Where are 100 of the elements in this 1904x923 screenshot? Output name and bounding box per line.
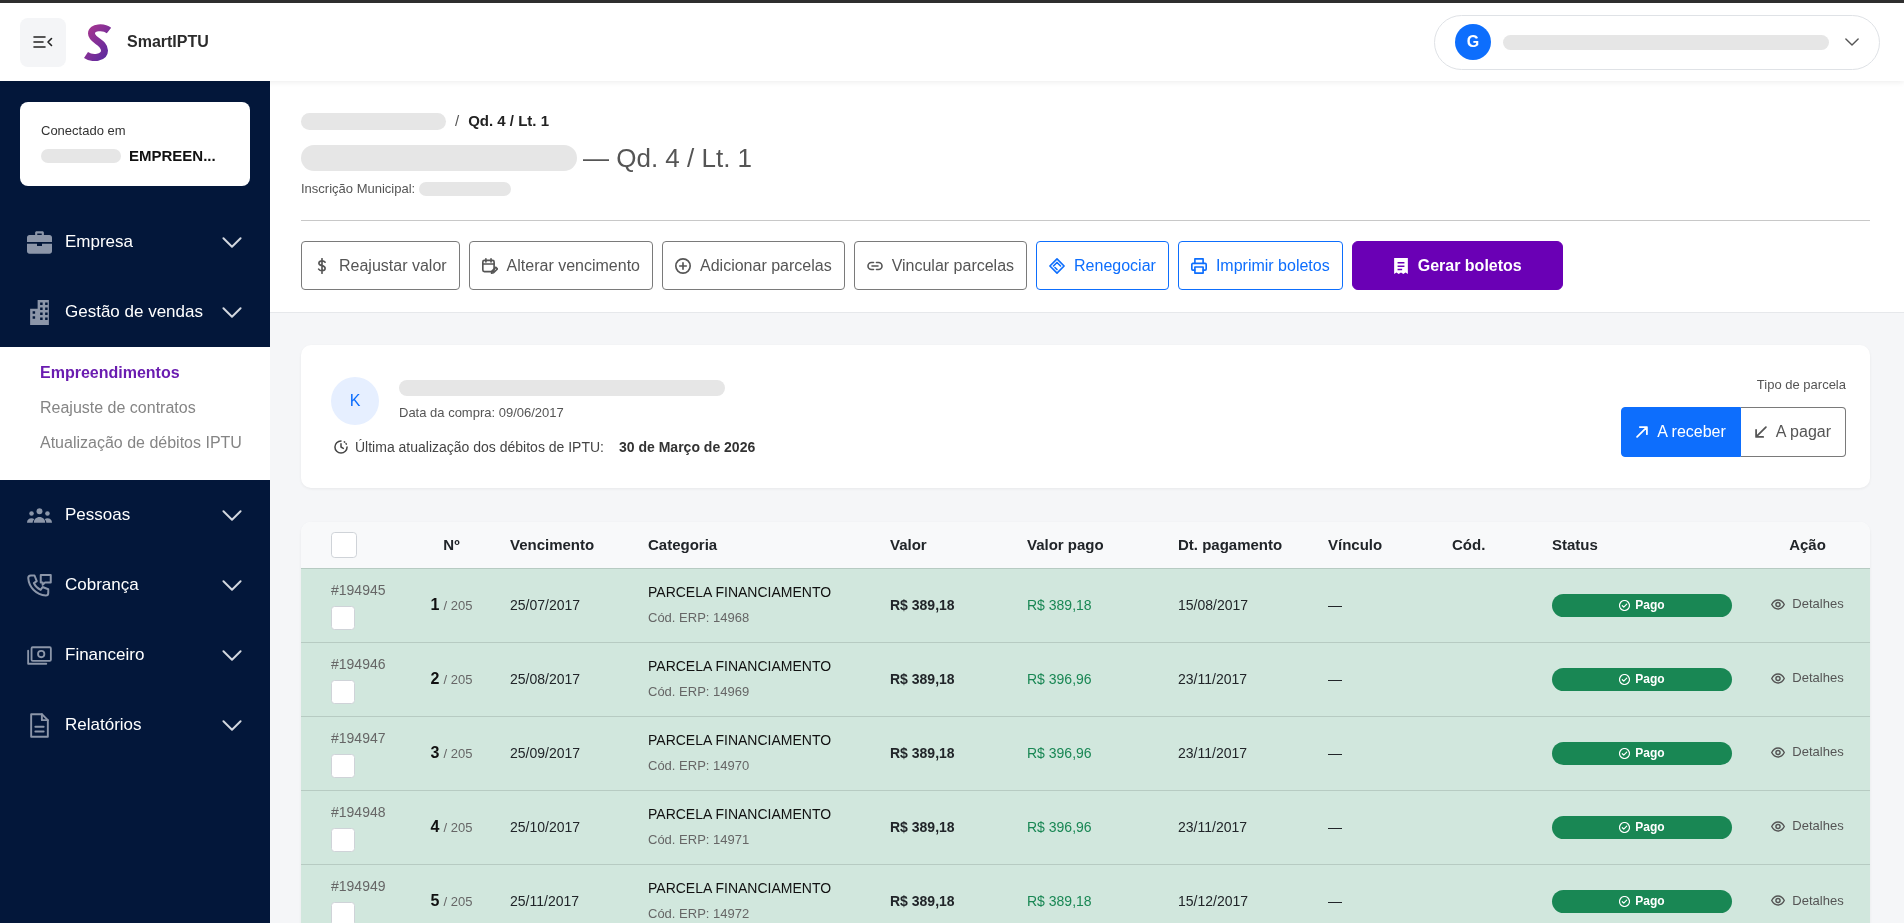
table-cell: 23/11/2017 (1166, 716, 1316, 790)
installment-id: #194946 (331, 654, 387, 673)
column-header: Dt. pagamento (1166, 522, 1316, 568)
installment-total: / 205 (443, 598, 473, 613)
action-button[interactable]: Reajustar valor (301, 241, 460, 290)
column-header: Cód. (1440, 522, 1540, 568)
erp-code: Cód. ERP: 14970 (648, 757, 751, 775)
eye-icon (1771, 894, 1786, 906)
erp-code: Cód. ERP: 14969 (648, 683, 751, 701)
category-name: PARCELA FINANCIAMENTO (648, 731, 833, 749)
table-cell: R$ 389,18 (878, 864, 1015, 923)
category-name: PARCELA FINANCIAMENTO (648, 657, 833, 675)
breadcrumb-current: Qd. 4 / Lt. 1 (468, 111, 550, 131)
column-header: Valor (878, 522, 1015, 568)
briefcase-icon (27, 229, 52, 255)
sidebar-item[interactable]: Financeiro (0, 620, 270, 690)
table-cell: 25/10/2017 (498, 790, 636, 864)
user-menu[interactable]: G (1434, 14, 1880, 70)
submenu-item[interactable]: Atualização de débitos IPTU (40, 425, 242, 460)
installment-id: #194947 (331, 728, 387, 747)
erp-code: Cód. ERP: 14968 (648, 609, 751, 627)
table-cell: 23/11/2017 (1166, 790, 1316, 864)
table-cell: — (1316, 790, 1440, 864)
table-cell: R$ 396,96 (1015, 716, 1166, 790)
sidebar-item[interactable]: Gestão de vendas (0, 277, 270, 347)
details-link[interactable]: Detalhes (1771, 816, 1844, 836)
eye-icon (1771, 746, 1786, 758)
eye-icon (1771, 820, 1786, 832)
table-cell: 25/09/2017 (498, 716, 636, 790)
action-button[interactable]: Imprimir boletos (1177, 241, 1343, 290)
segment-button[interactable]: A receber (1621, 407, 1741, 457)
installment-total: / 205 (443, 820, 473, 835)
sidebar-item[interactable]: Relatórios (0, 690, 270, 760)
action-button[interactable]: Vincular parcelas (853, 241, 1028, 290)
table-cell: R$ 396,96 (1015, 790, 1166, 864)
row-checkbox[interactable] (331, 753, 355, 778)
details-link[interactable]: Detalhes (1771, 668, 1844, 688)
table-cell: R$ 389,18 (878, 568, 1015, 642)
type-label: Tipo de parcela (1756, 376, 1846, 394)
table-cell: 25/07/2017 (498, 568, 636, 642)
row-checkbox[interactable] (331, 605, 355, 630)
table-cell: 15/08/2017 (1166, 568, 1316, 642)
printer-icon (1190, 257, 1207, 274)
category-name: PARCELA FINANCIAMENTO (648, 879, 833, 898)
installment-number: 3 (430, 744, 440, 761)
sidebar-item[interactable]: Cobrança (0, 550, 270, 620)
installment-id: #194945 (331, 580, 387, 599)
row-checkbox[interactable] (331, 827, 355, 852)
connection-name: EMPREEN... (129, 146, 216, 166)
installment-total: / 205 (443, 672, 473, 687)
table-cell: R$ 389,18 (1015, 568, 1166, 642)
menu-button[interactable] (20, 17, 66, 67)
table-cell: 25/11/2017 (498, 864, 636, 923)
action-button[interactable]: Adicionar parcelas (662, 241, 845, 290)
action-button[interactable]: Alterar vencimento (468, 241, 653, 290)
select-all-checkbox[interactable] (331, 531, 357, 558)
sidebar-item[interactable]: Pessoas (0, 480, 270, 550)
check-circle-icon (1619, 747, 1631, 759)
action-button[interactable]: Gerar boletos (1351, 241, 1563, 290)
eye-icon (1771, 672, 1786, 684)
diamond-icon (1049, 257, 1066, 274)
brand-name: SmartIPTU (127, 32, 209, 52)
submenu-item[interactable]: Reajuste de contratos (40, 390, 196, 425)
submenu-item[interactable]: Empreendimentos (40, 355, 180, 390)
chevron-down-icon (1845, 38, 1859, 46)
installment-total: / 205 (443, 746, 473, 761)
row-checkbox[interactable] (331, 901, 355, 923)
column-header: Vínculo (1316, 522, 1440, 568)
purchase-date: Data da compra: 09/06/2017 (399, 404, 565, 422)
clock-icon (334, 440, 348, 454)
breadcrumb-separator: / (455, 111, 460, 131)
details-link[interactable]: Detalhes (1771, 742, 1844, 762)
status-label: Pago (1635, 671, 1665, 688)
erp-code: Cód. ERP: 14972 (648, 905, 751, 923)
update-label: Última atualização dos débitos de IPTU: (355, 438, 604, 456)
sidebar-item[interactable]: Empresa (0, 207, 270, 277)
buildings-icon (27, 299, 52, 325)
plus-circle-icon (675, 257, 691, 274)
installment-total: / 205 (443, 894, 473, 910)
installment-id: #194949 (331, 876, 387, 895)
chevron-down-icon (222, 649, 242, 661)
details-link[interactable]: Detalhes (1771, 890, 1844, 911)
segment-button[interactable]: A pagar (1740, 407, 1846, 457)
table-cell: R$ 389,18 (878, 716, 1015, 790)
table-cell: R$ 389,18 (878, 790, 1015, 864)
eye-icon (1771, 598, 1786, 610)
receipt-icon (1392, 257, 1409, 274)
customer-avatar: K (331, 377, 379, 425)
row-checkbox[interactable] (331, 679, 355, 704)
chevron-down-icon (222, 719, 242, 731)
details-link[interactable]: Detalhes (1771, 594, 1844, 614)
table-cell: 15/12/2017 (1166, 864, 1316, 923)
page-title: — Qd. 4 / Lt. 1 (583, 142, 753, 174)
update-date: 30 de Março de 2026 (619, 438, 756, 456)
action-button[interactable]: Renegociar (1036, 241, 1169, 290)
column-header: Ação (1745, 522, 1870, 568)
arrow-down-left-icon (1754, 426, 1767, 438)
status-label: Pago (1635, 597, 1665, 614)
category-name: PARCELA FINANCIAMENTO (648, 583, 833, 601)
table-cell: R$ 389,18 (878, 642, 1015, 716)
